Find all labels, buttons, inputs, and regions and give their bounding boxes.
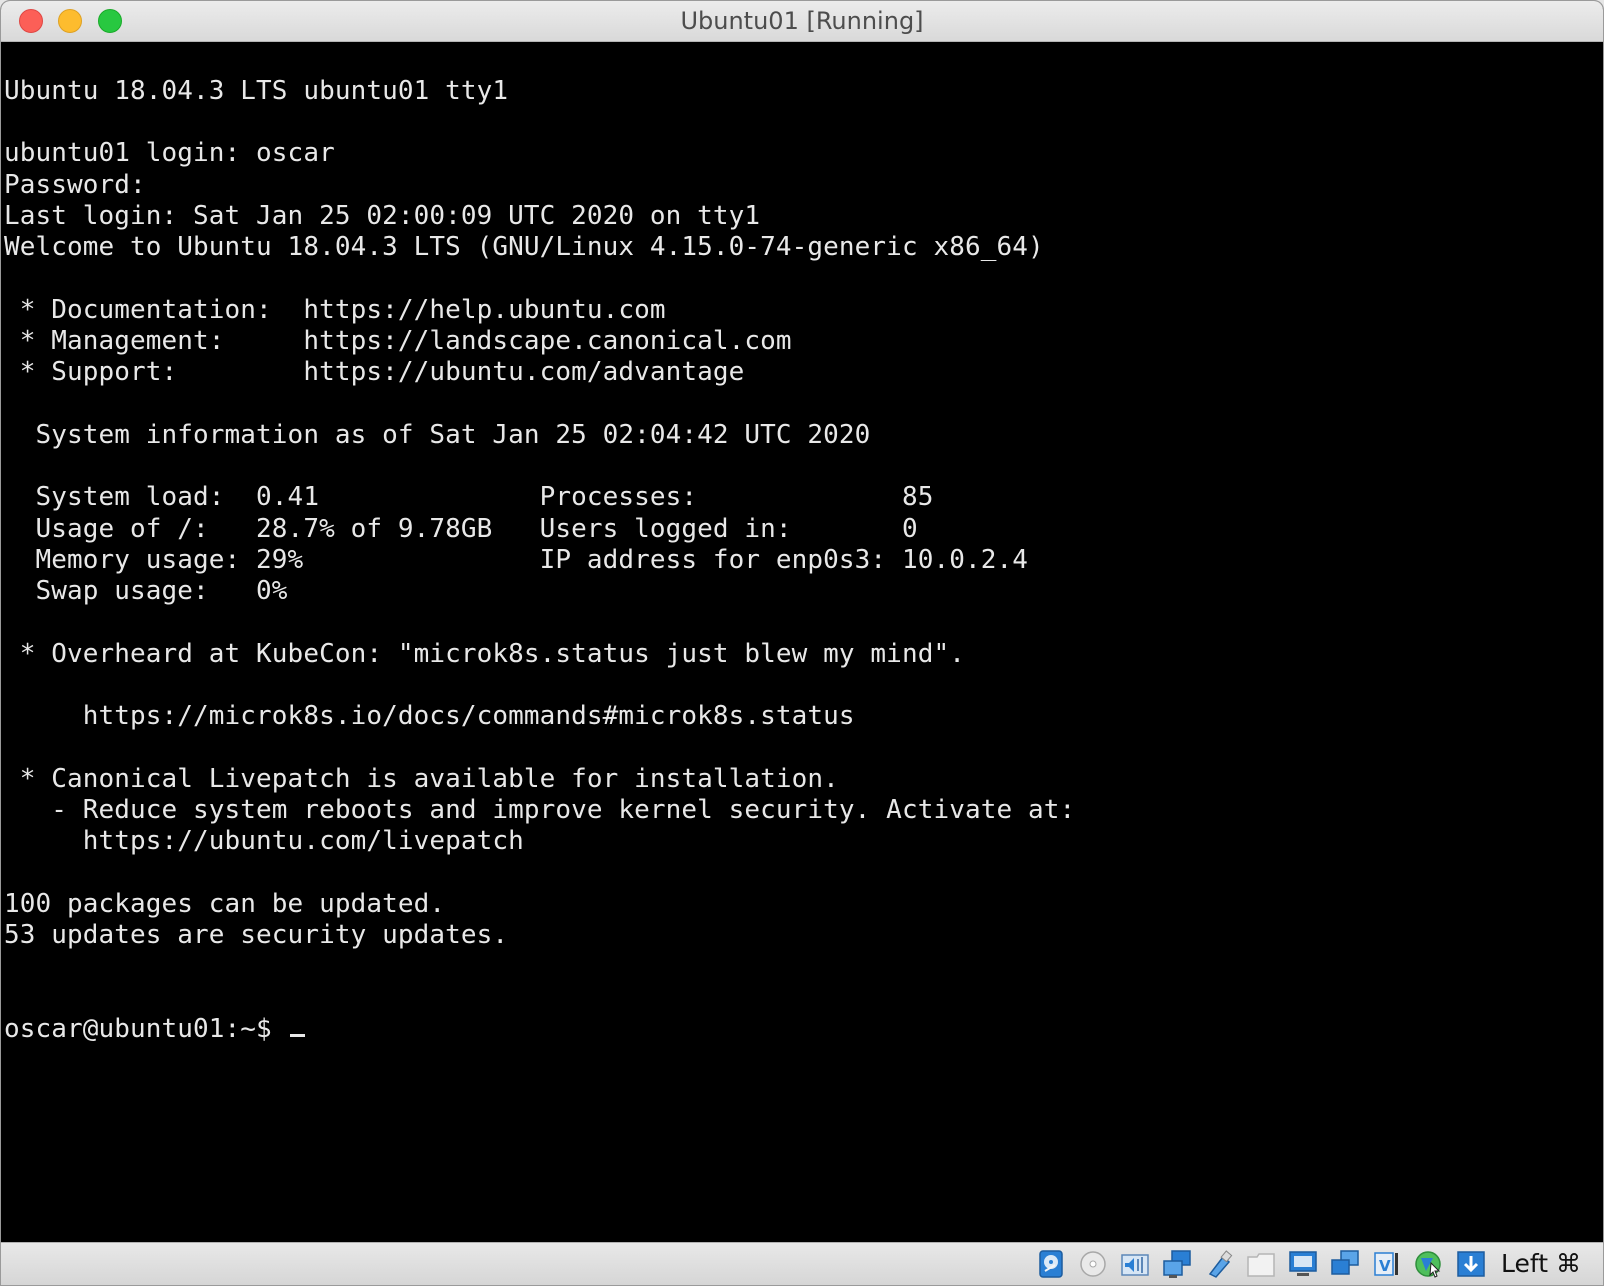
console-line: * Documentation: https://help.ubuntu.com <box>4 295 666 325</box>
console-line: Welcome to Ubuntu 18.04.3 LTS (GNU/Linux… <box>4 232 1044 262</box>
snapshot-icon[interactable] <box>1329 1249 1361 1279</box>
svg-text:V: V <box>1379 1257 1391 1275</box>
audio-icon[interactable] <box>1119 1249 1151 1279</box>
window-title: Ubuntu01 [Running] <box>680 7 924 35</box>
console-line: Password: <box>4 170 146 200</box>
console-line: https://microk8s.io/docs/commands#microk… <box>4 701 855 731</box>
console-line: Last login: Sat Jan 25 02:00:09 UTC 2020… <box>4 201 761 231</box>
console-line: System information as of Sat Jan 25 02:0… <box>4 420 871 450</box>
console-line: * Management: https://landscape.canonica… <box>4 326 792 356</box>
console-line: Memory usage: 29% IP address for enp0s3:… <box>4 545 1028 575</box>
shell-prompt-line[interactable]: oscar@ubuntu01:~$ <box>4 1013 305 1045</box>
host-key-label[interactable]: Left ⌘ <box>1501 1243 1581 1285</box>
console-line: Ubuntu 18.04.3 LTS ubuntu01 tty1 <box>4 76 509 106</box>
text-cursor <box>289 1034 305 1037</box>
console-line: System load: 0.41 Processes: 85 <box>4 482 934 512</box>
hard-disk-icon[interactable] <box>1035 1249 1067 1279</box>
console-line: Swap usage: 0% <box>4 576 288 606</box>
console-line: Usage of /: 28.7% of 9.78GB Users logged… <box>4 514 918 544</box>
display-icon[interactable] <box>1287 1249 1319 1279</box>
optical-drive-icon[interactable] <box>1077 1249 1109 1279</box>
usb-icon[interactable] <box>1203 1249 1235 1279</box>
title-bar[interactable]: Ubuntu01 [Running] <box>1 1 1603 42</box>
console-line: * Support: https://ubuntu.com/advantage <box>4 357 745 387</box>
console-line: * Canonical Livepatch is available for i… <box>4 764 839 794</box>
console-line: https://ubuntu.com/livepatch <box>4 826 524 856</box>
console-line: - Reduce system reboots and improve kern… <box>4 795 1076 825</box>
network-icon[interactable] <box>1161 1249 1193 1279</box>
shared-folder-icon[interactable] <box>1245 1249 1277 1279</box>
console-line: 100 packages can be updated. <box>4 889 446 919</box>
vm-window: Ubuntu01 [Running] Ubuntu 18.04.3 LTS ub… <box>0 0 1604 1286</box>
vm-console-screen[interactable]: Ubuntu 18.04.3 LTS ubuntu01 tty1 ubuntu0… <box>1 42 1603 1244</box>
console-line: 53 updates are security updates. <box>4 920 509 950</box>
console-line: * Overheard at KubeCon: "microk8s.status… <box>4 639 965 669</box>
mouse-integration-icon[interactable] <box>1413 1249 1445 1279</box>
console-line: ubuntu01 login: oscar <box>4 138 335 168</box>
virtualization-icon[interactable]: V <box>1371 1249 1403 1279</box>
keyboard-capture-icon[interactable] <box>1455 1249 1487 1279</box>
shell-prompt: oscar@ubuntu01:~$ <box>4 1014 288 1044</box>
vm-status-bar: V Left ⌘ <box>1 1242 1603 1285</box>
